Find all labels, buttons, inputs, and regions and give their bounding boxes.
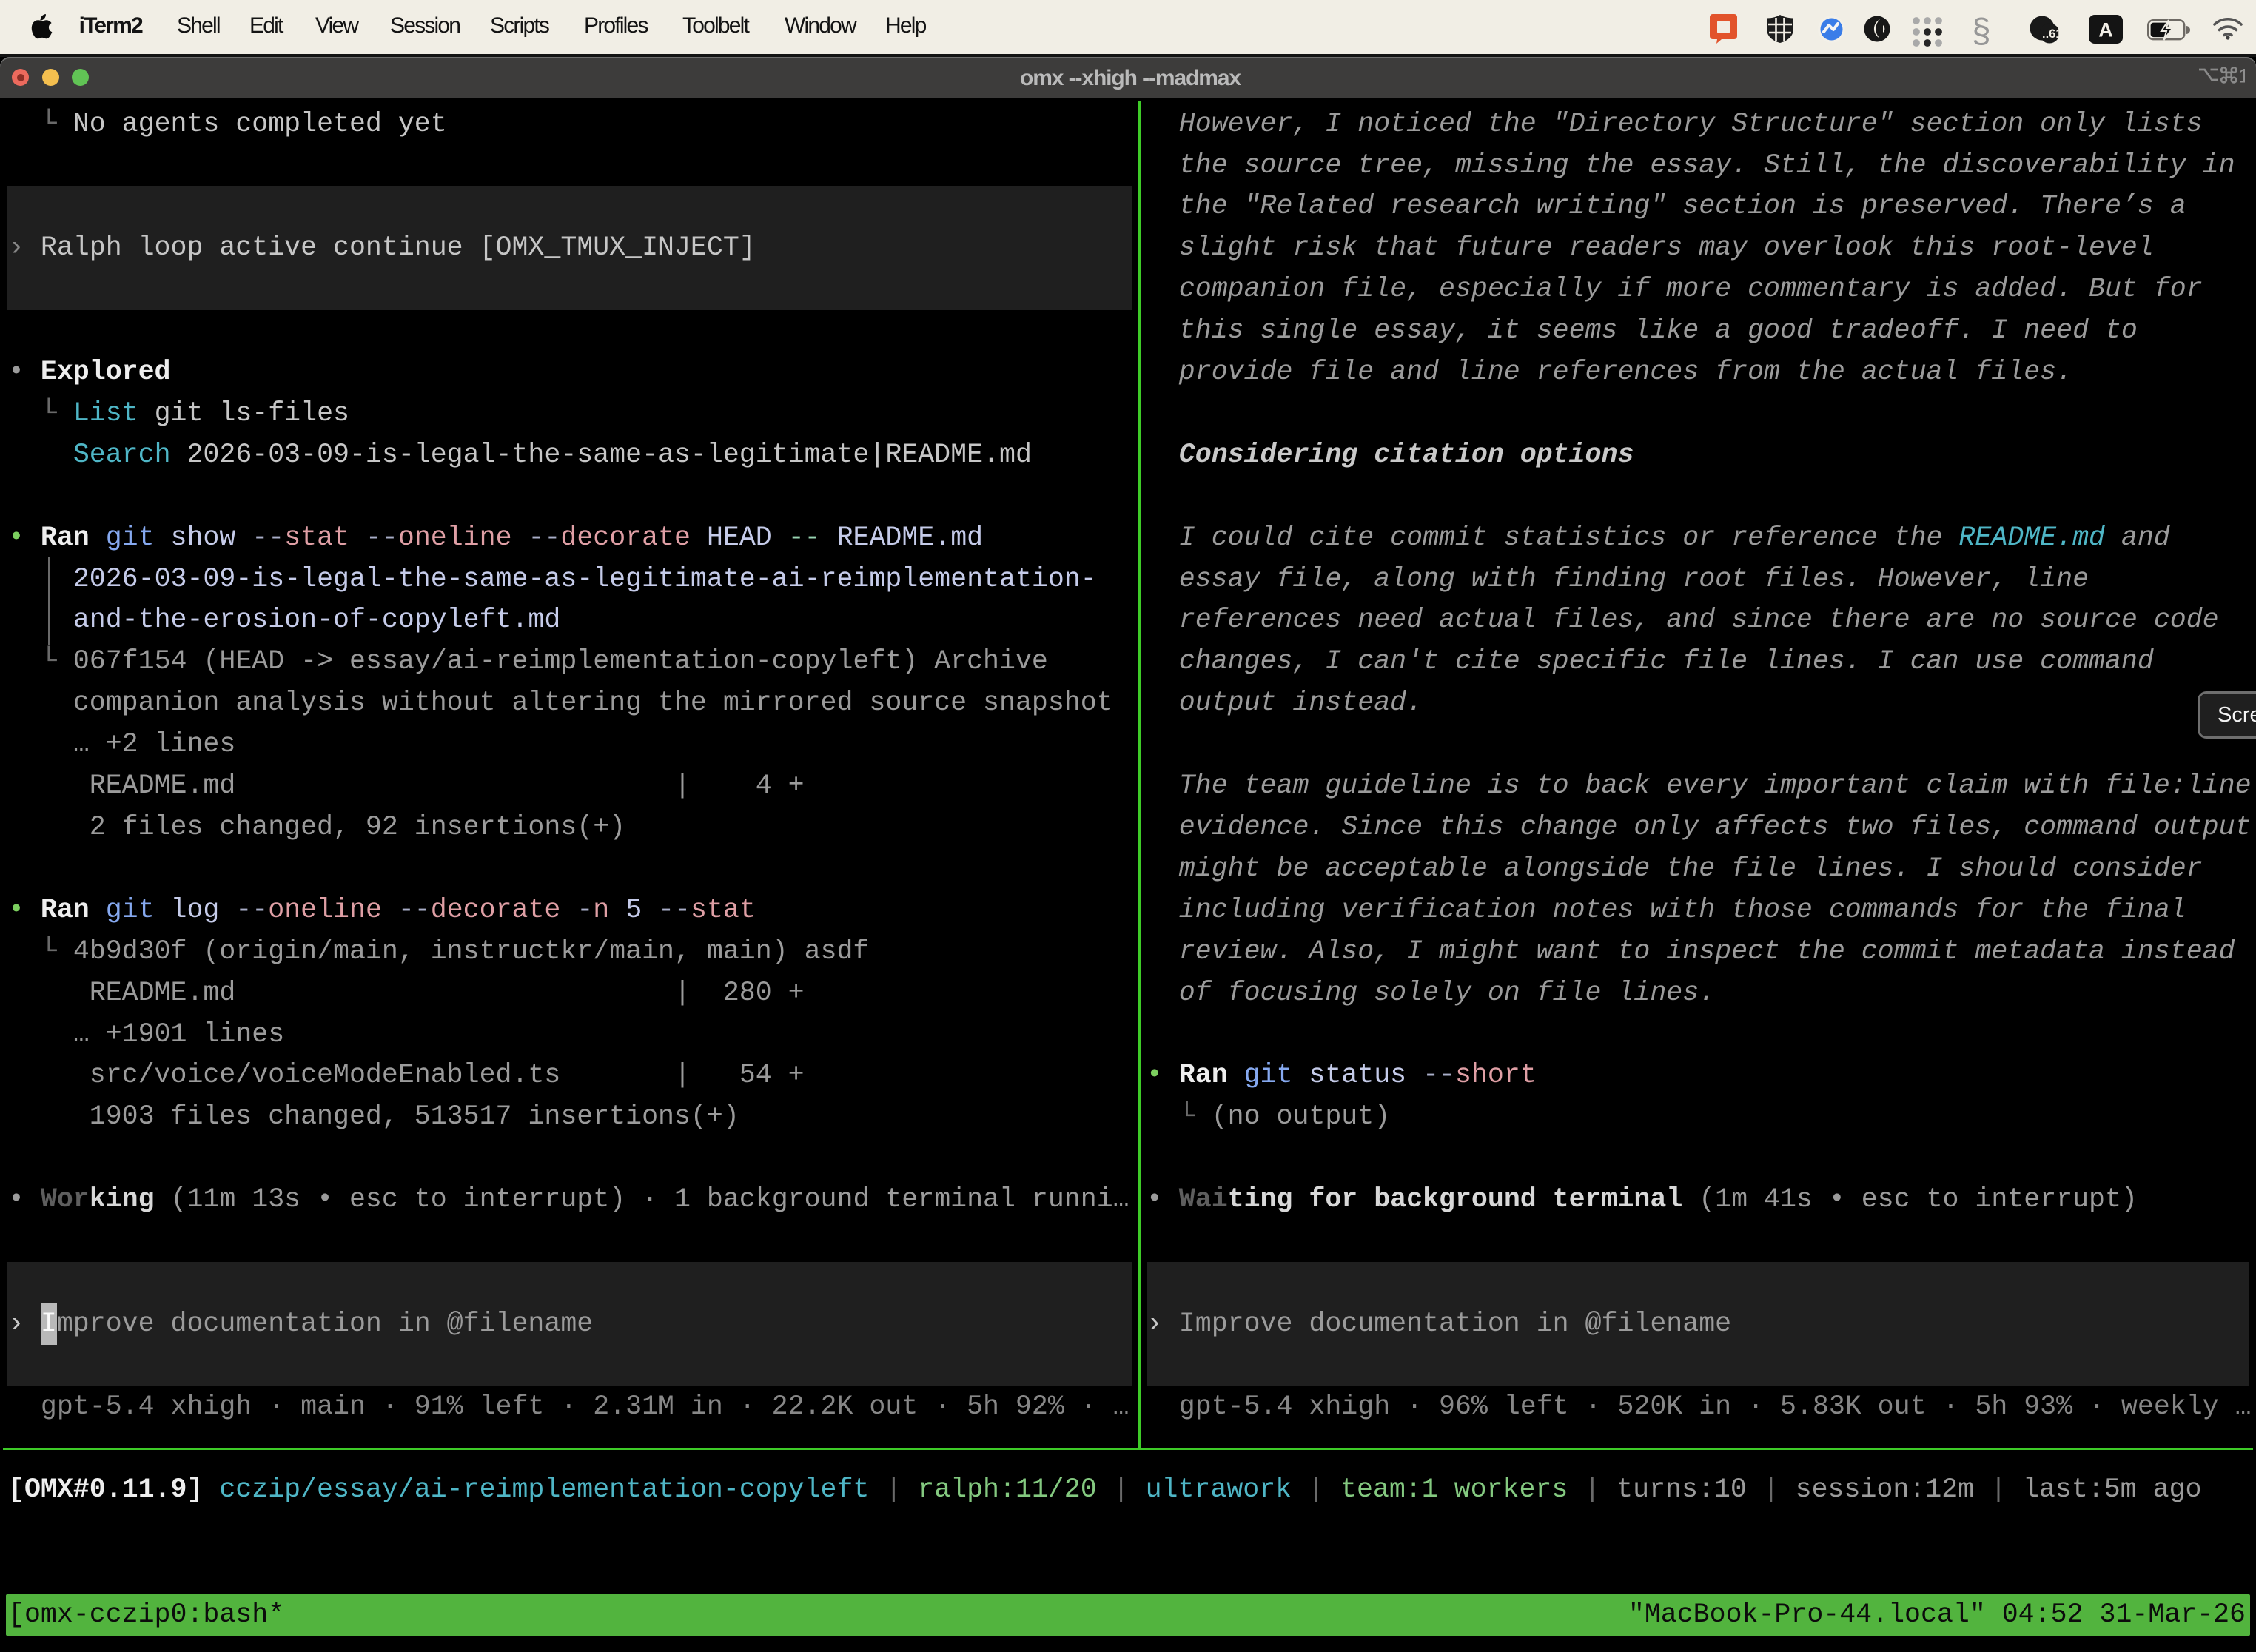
- svg-text:..61: ..61: [2042, 27, 2059, 41]
- svg-text:1: 1: [2238, 67, 2245, 84]
- svg-text:A: A: [2098, 19, 2113, 41]
